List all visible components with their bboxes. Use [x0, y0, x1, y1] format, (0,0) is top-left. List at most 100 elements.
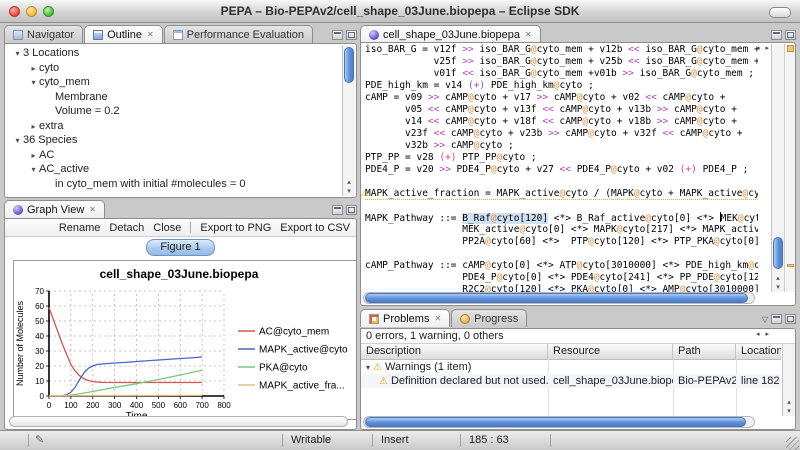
code-line: MEK_active@cyto[0] <*> MAPK@cyto[217] <*…: [365, 224, 758, 236]
disclosure-right-icon[interactable]: ▸: [28, 120, 39, 135]
divider: [460, 434, 461, 447]
scrollbar-arrows[interactable]: ◂ ▸: [756, 329, 771, 428]
graph-toolbar-button[interactable]: Close: [153, 222, 181, 234]
close-tab-icon[interactable]: ✕: [147, 30, 154, 39]
graph-horizontal-scrollbar[interactable]: [9, 416, 348, 427]
problems-item-row[interactable]: ⚠Definition declared but not used. cell_…: [361, 374, 781, 388]
svg-text:70: 70: [35, 287, 44, 296]
svg-text:30: 30: [35, 347, 44, 356]
column-description[interactable]: Description: [361, 344, 548, 359]
problem-path: Bio-PEPAv2: [673, 374, 736, 388]
tree-item[interactable]: ▸AC: [6, 148, 340, 163]
warning-overview-mark[interactable]: [787, 264, 794, 267]
scrollbar-arrows[interactable]: ▴▾: [783, 398, 795, 416]
minimize-view-button[interactable]: [771, 30, 782, 40]
tab-label: Navigator: [27, 29, 74, 41]
tree-item-label: AC_active: [39, 163, 89, 175]
svg-text:400: 400: [130, 401, 144, 410]
scrollbar-arrows[interactable]: ▴▾: [343, 178, 355, 196]
svg-text:20: 20: [35, 362, 44, 371]
disclosure-down-icon[interactable]: ▾: [28, 76, 39, 91]
tab-performance-evaluation[interactable]: Performance Evaluation: [164, 25, 313, 43]
disclosure-right-icon[interactable]: ▸: [28, 149, 39, 164]
maximize-view-button[interactable]: [346, 205, 357, 215]
maximize-view-button[interactable]: [785, 314, 796, 324]
tree-item[interactable]: ▸extra: [6, 119, 340, 134]
annotation-toggle-icon[interactable]: [787, 45, 794, 52]
svg-text:800: 800: [217, 401, 231, 410]
figure-tab-button[interactable]: Figure 1: [146, 239, 214, 256]
column-resource[interactable]: Resource: [548, 344, 673, 359]
tab-progress[interactable]: Progress: [451, 309, 527, 327]
disclosure-down-icon[interactable]: ▾: [366, 363, 370, 372]
disclosure-down-icon[interactable]: ▾: [12, 134, 23, 149]
problems-group-row[interactable]: ▾ ⚠Warnings (1 item): [361, 360, 781, 374]
tree-item[interactable]: ▾cyto_mem: [6, 75, 340, 90]
minimize-view-button[interactable]: [332, 205, 343, 215]
close-tab-icon[interactable]: ✕: [89, 205, 96, 214]
problems-vertical-scrollbar[interactable]: ▴▾: [782, 344, 795, 416]
tree-item[interactable]: Membrane: [6, 90, 340, 105]
graph-toolbar-button[interactable]: Export to CSV: [280, 222, 350, 234]
divider: [372, 434, 373, 447]
figure-tab-row: Figure 1: [5, 237, 356, 257]
tree-item[interactable]: Volume = 0.2: [6, 104, 340, 119]
outline-view: Navigator Outline ✕ Performance Evaluati…: [4, 25, 357, 198]
scrollbar-thumb[interactable]: [365, 417, 746, 427]
svg-text:50: 50: [35, 317, 44, 326]
disclosure-down-icon[interactable]: ▾: [28, 163, 39, 178]
scrollbar-arrows[interactable]: ▴▾: [772, 274, 784, 292]
problem-resource: cell_shape_03June.biopepa: [548, 374, 673, 388]
tab-problems[interactable]: Problems ✕: [360, 309, 450, 327]
svg-text:10: 10: [35, 377, 44, 386]
editor-horizontal-scrollbar[interactable]: [363, 292, 755, 304]
disclosure-down-icon[interactable]: ▾: [12, 47, 23, 62]
tab-navigator[interactable]: Navigator: [4, 25, 83, 43]
tree-item[interactable]: ▾3 Locations: [6, 46, 340, 61]
scrollbar-thumb[interactable]: [344, 47, 354, 83]
figure-svg: 0100200300400500600700800010203040506070…: [14, 261, 356, 419]
editor-vertical-scrollbar[interactable]: ▴▾: [771, 44, 784, 292]
scrollbar-thumb[interactable]: [773, 237, 783, 269]
status-writable: Writable: [291, 431, 331, 450]
tree-item[interactable]: ▸cyto: [6, 61, 340, 76]
overview-ruler[interactable]: [784, 44, 795, 292]
maximize-view-button[interactable]: [785, 30, 796, 40]
tab-graph-view[interactable]: Graph View ✕: [4, 200, 105, 218]
tree-item[interactable]: ▾36 Species: [6, 133, 340, 148]
graph-toolbar-button[interactable]: Rename: [59, 222, 101, 234]
tree-item[interactable]: ▾AC_active: [6, 162, 340, 177]
divider: [550, 434, 551, 447]
tree-item[interactable]: in cyto_mem with initial #molecules = 0: [6, 177, 340, 192]
minimize-view-button[interactable]: [771, 314, 782, 324]
title-bar: PEPA – Bio-PEPAv2/cell_shape_03June.biop…: [0, 0, 800, 23]
code-line: PP2A@cyto[60] <*> PTP@cyto[120] <*> PTP_…: [365, 236, 758, 248]
toolbar-toggle-button[interactable]: [769, 7, 791, 18]
scrollbar-thumb[interactable]: [365, 293, 748, 303]
code-editor[interactable]: iso_BAR_G = v12f >> iso_BAR_G@cyto_mem +…: [365, 44, 758, 292]
tab-outline[interactable]: Outline ✕: [84, 25, 163, 43]
maximize-view-button[interactable]: [346, 30, 357, 40]
minimize-view-button[interactable]: [332, 30, 343, 40]
warning-marker-icon: ⚠: [361, 188, 369, 199]
svg-text:500: 500: [152, 401, 166, 410]
svg-text:MAPK_active_fra...: MAPK_active_fra...: [259, 381, 345, 392]
code-line: v05 << cAMP@cyto + v13f << cAMP@cyto + v…: [365, 104, 758, 116]
close-tab-icon[interactable]: ✕: [525, 30, 532, 39]
toolbar-separator: [190, 222, 191, 233]
column-path[interactable]: Path: [673, 344, 736, 359]
tab-editor-biopepa[interactable]: cell_shape_03June.biopepa ✕: [360, 25, 541, 43]
code-line: v25f >> iso_BAR_G@cyto_mem + v25b << iso…: [365, 56, 758, 68]
progress-icon: [460, 314, 470, 324]
close-tab-icon[interactable]: ✕: [434, 314, 441, 323]
divider: [28, 434, 29, 447]
graph-toolbar-button[interactable]: Export to PNG: [200, 222, 271, 234]
outline-vertical-scrollbar[interactable]: ▴▾: [342, 45, 355, 196]
tab-label: Progress: [474, 313, 518, 325]
resize-grip[interactable]: [786, 437, 799, 450]
view-menu-icon[interactable]: ▽: [762, 315, 768, 324]
disclosure-right-icon[interactable]: ▸: [28, 62, 39, 77]
graph-toolbar-button[interactable]: Detach: [109, 222, 144, 234]
problems-horizontal-scrollbar[interactable]: [363, 416, 755, 428]
scrollbar-arrows[interactable]: ◂ ▸: [756, 43, 771, 304]
